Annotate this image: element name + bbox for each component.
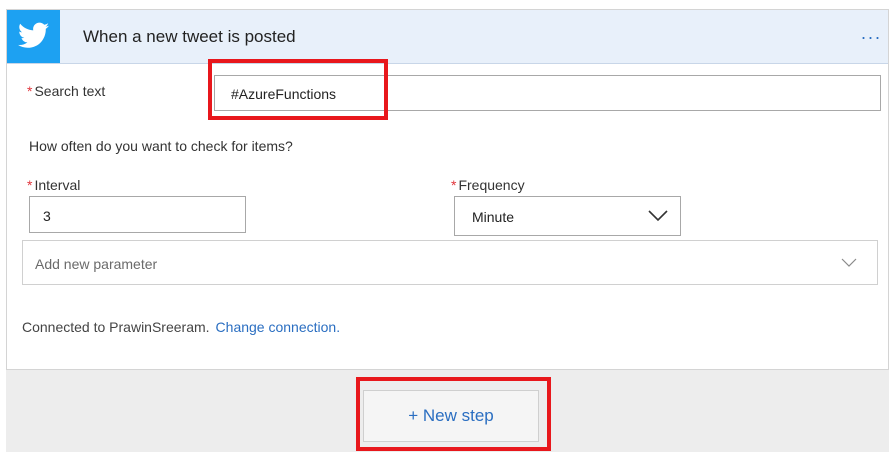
chevron-down-icon xyxy=(841,258,857,267)
search-highlight-box xyxy=(208,59,388,120)
twitter-icon xyxy=(7,10,60,63)
connection-text: Connected to PrawinSreeram. xyxy=(22,319,210,335)
frequency-label-text: Frequency xyxy=(458,177,525,193)
new-step-highlight-box xyxy=(356,377,551,451)
interval-label: * Interval xyxy=(27,177,80,193)
interval-label-text: Interval xyxy=(34,177,81,193)
trigger-header[interactable]: When a new tweet is posted ... xyxy=(7,10,888,64)
schedule-question: How often do you want to check for items… xyxy=(29,138,293,154)
required-mark: * xyxy=(27,83,33,99)
trigger-title: When a new tweet is posted xyxy=(83,27,296,46)
interval-value: 3 xyxy=(43,208,51,224)
search-text-label: * Search text xyxy=(27,83,105,99)
interval-input[interactable]: 3 xyxy=(29,196,246,233)
chevron-down-icon xyxy=(648,210,668,222)
frequency-select[interactable]: Minute xyxy=(454,196,681,236)
frequency-label: * Frequency xyxy=(451,177,525,193)
more-options-button[interactable]: ... xyxy=(861,23,882,44)
trigger-card: When a new tweet is posted ... xyxy=(6,9,889,370)
add-new-parameter-placeholder: Add new parameter xyxy=(35,256,158,272)
add-new-parameter-dropdown[interactable]: Add new parameter xyxy=(22,240,878,285)
required-mark: * xyxy=(27,177,33,193)
connection-info: Connected to PrawinSreeram. Change connec… xyxy=(22,319,340,335)
frequency-value: Minute xyxy=(472,209,515,225)
required-mark: * xyxy=(451,177,457,193)
search-text-label-text: Search text xyxy=(34,83,106,99)
change-connection-link[interactable]: Change connection. xyxy=(216,319,341,335)
